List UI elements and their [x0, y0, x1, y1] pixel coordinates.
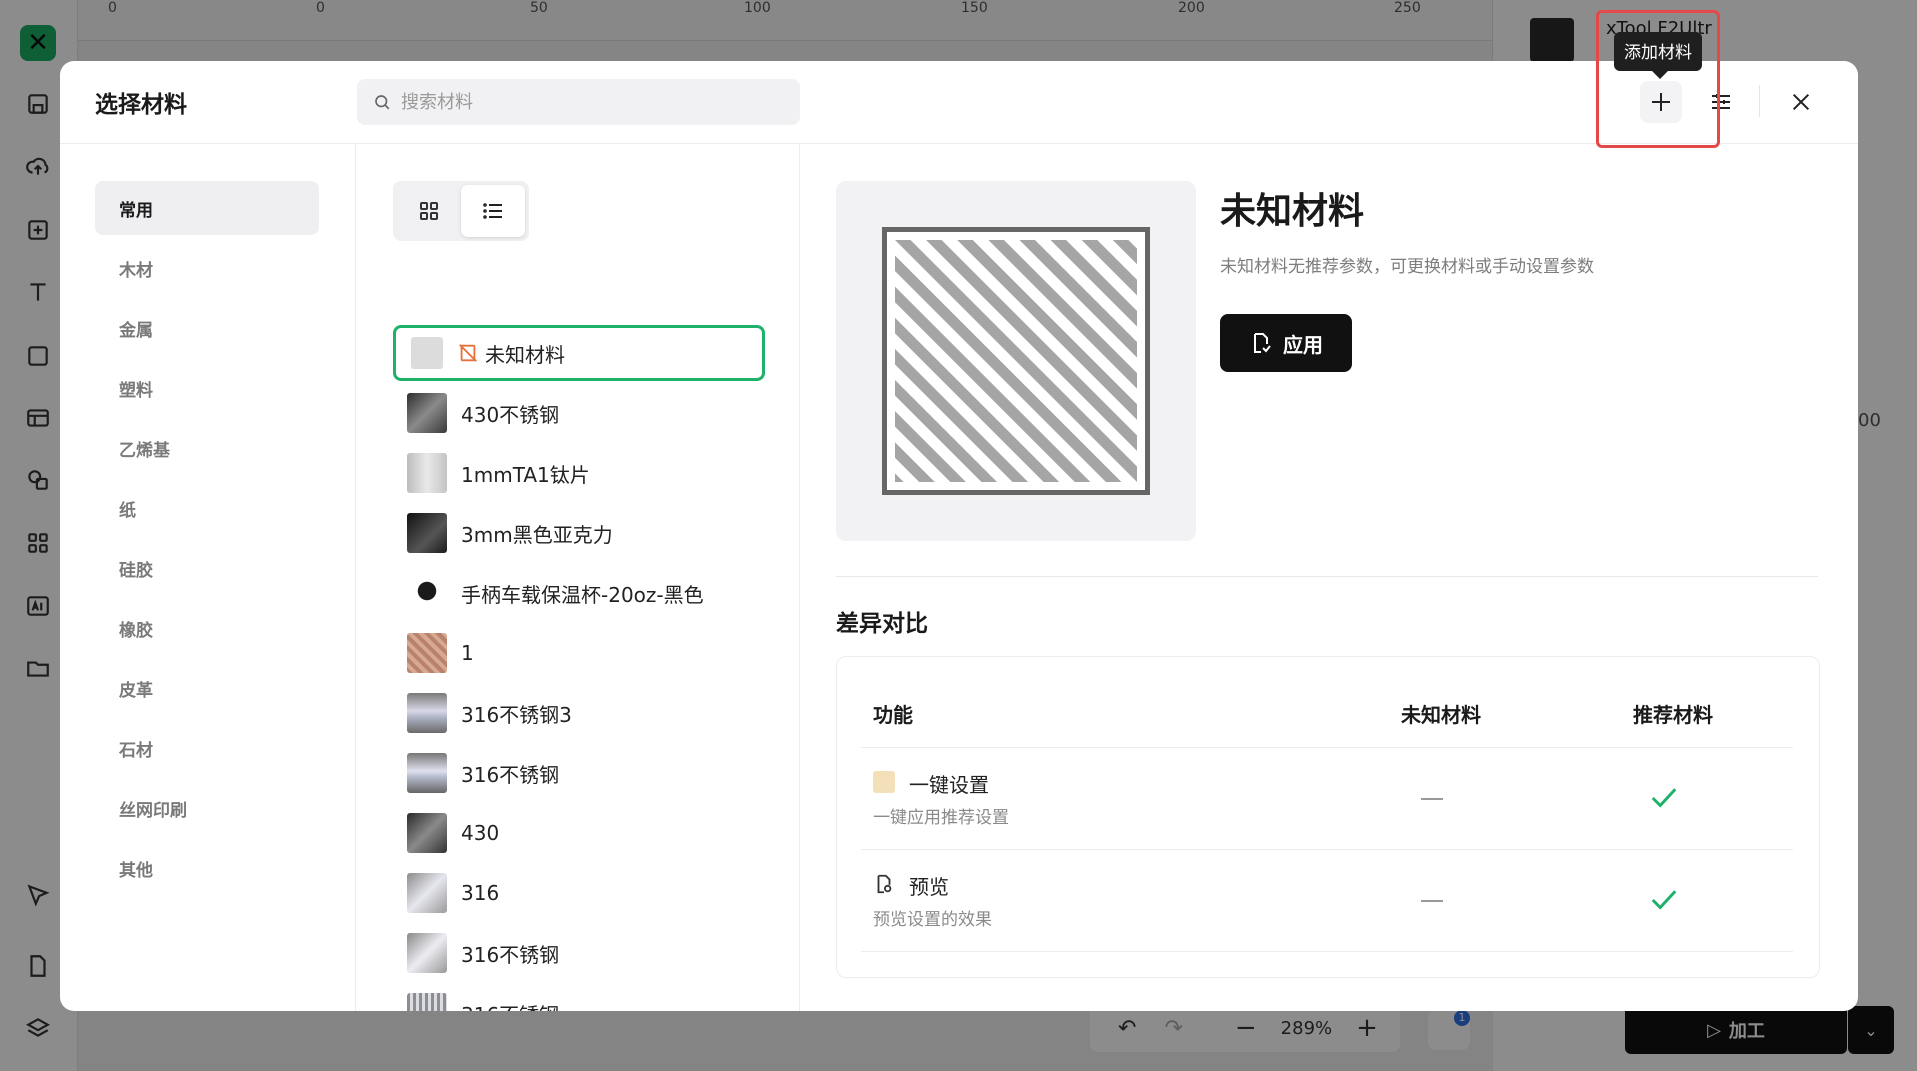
material-thumbnail — [407, 993, 447, 1011]
material-thumbnail — [407, 393, 447, 433]
tooltip-arrow — [1652, 69, 1668, 77]
sliders-icon — [1712, 94, 1730, 110]
category-item[interactable]: 橡胶 — [95, 601, 319, 655]
material-thumbnail — [407, 633, 447, 673]
category-item[interactable]: 塑料 — [95, 361, 319, 415]
category-item[interactable]: 其他 — [95, 841, 319, 895]
material-item[interactable]: 1mmTA1钛片 — [393, 445, 765, 501]
select-material-dialog: 选择材料 常用 木材 金属 塑料 乙烯基 纸 硅胶 橡胶 皮革 石材 丝网印刷 … — [60, 61, 1858, 1011]
material-thumbnail — [407, 753, 447, 793]
category-item[interactable]: 金属 — [95, 301, 319, 355]
material-label: 316 — [461, 881, 500, 905]
material-description: 未知材料无推荐参数，可更换材料或手动设置参数 — [1220, 257, 1594, 277]
material-label: 1mmTA1钛片 — [461, 462, 590, 487]
material-thumbnail — [407, 573, 447, 613]
category-item[interactable]: 木材 — [95, 241, 319, 295]
material-item[interactable]: 316不锈钢 — [393, 745, 765, 801]
unsupported-dash-icon — [1421, 900, 1443, 902]
dialog-title: 选择材料 — [95, 92, 187, 118]
feature-description: 预览设置的效果 — [873, 910, 992, 930]
material-item[interactable]: 手柄车载保温杯-20oz-黑色 — [393, 565, 765, 621]
apply-button[interactable]: 应用 — [1220, 314, 1352, 372]
header-divider — [1759, 85, 1760, 117]
dialog-header: 选择材料 — [60, 61, 1858, 144]
material-thumbnail — [407, 813, 447, 853]
material-preview — [836, 181, 1196, 541]
no-params-icon — [459, 344, 477, 362]
material-label: 430 — [461, 821, 500, 845]
material-thumbnail — [407, 873, 447, 913]
feature-name: 一键设置 — [909, 773, 989, 797]
material-item[interactable]: 1 — [393, 625, 765, 681]
material-thumbnail — [411, 337, 443, 369]
material-item[interactable]: 3mm黑色亚克力 — [393, 505, 765, 561]
material-label: 316不锈钢 — [461, 762, 560, 787]
material-label: 3mm黑色亚克力 — [461, 522, 613, 547]
unsupported-dash-icon — [1421, 798, 1443, 800]
category-item[interactable]: 皮革 — [95, 661, 319, 715]
category-item[interactable]: 乙烯基 — [95, 421, 319, 475]
apply-file-icon — [1254, 333, 1271, 353]
grid-icon — [420, 202, 438, 220]
material-item[interactable]: 316不锈钢 — [393, 985, 765, 1011]
material-thumbnail — [407, 693, 447, 733]
column-header-recommended: 推荐材料 — [1633, 703, 1713, 727]
category-item[interactable]: 石材 — [95, 721, 319, 775]
feature-name: 预览 — [909, 875, 949, 899]
material-item[interactable]: 430 — [393, 805, 765, 861]
search-icon — [373, 93, 391, 111]
material-item[interactable]: 316不锈钢3 — [393, 685, 765, 741]
search-box[interactable] — [357, 79, 800, 125]
apply-label: 应用 — [1283, 332, 1323, 357]
material-thumbnail — [407, 513, 447, 553]
tooltip-text-top: 添加材料 — [1614, 32, 1702, 69]
row-divider — [861, 951, 1793, 952]
feature-description: 一键应用推荐设置 — [873, 808, 1009, 828]
add-material-button[interactable] — [1640, 81, 1682, 123]
material-label: 430不锈钢 — [461, 402, 560, 427]
compare-table: 功能 未知材料 推荐材料 一键设置 一键应用推荐设置 预览 预览设置的效果 — [836, 656, 1820, 978]
material-label: 316不锈钢 — [461, 999, 559, 1012]
category-item[interactable]: 丝网印刷 — [95, 781, 319, 835]
check-icon — [1651, 890, 1677, 910]
check-icon — [1651, 788, 1677, 808]
plus-icon — [1652, 93, 1670, 111]
column-header-unknown: 未知材料 — [1401, 703, 1481, 727]
close-icon — [1792, 93, 1810, 111]
material-label: 未知材料 — [485, 342, 565, 367]
material-label: 手柄车载保温杯-20oz-黑色 — [461, 582, 704, 607]
material-thumbnail — [407, 933, 447, 973]
material-item[interactable]: 316 — [393, 865, 765, 921]
material-list: 未知材料 430不锈钢 1mmTA1钛片 3mm黑色亚克力 手柄车载保温杯-20… — [356, 144, 800, 1011]
list-view-button[interactable] — [461, 185, 525, 237]
material-label: 316不锈钢 — [461, 942, 560, 967]
view-toggle — [393, 181, 529, 241]
material-item[interactable]: 未知材料 — [393, 325, 765, 381]
material-detail: 未知材料 未知材料无推荐参数，可更换材料或手动设置参数 应用 差异对比 功能 未… — [800, 144, 1858, 1011]
tooltip-overlay: 添加材料 — [1614, 32, 1702, 77]
row-divider — [861, 747, 1793, 748]
category-item[interactable]: 纸 — [95, 481, 319, 535]
category-item[interactable]: 硅胶 — [95, 541, 319, 595]
column-header-feature: 功能 — [873, 703, 913, 727]
material-name: 未知材料 — [1220, 191, 1365, 232]
close-button[interactable] — [1780, 81, 1822, 123]
section-divider — [836, 576, 1818, 577]
grid-view-button[interactable] — [397, 185, 461, 237]
list-icon — [483, 203, 502, 219]
unknown-material-hatch-image — [882, 227, 1150, 495]
compare-title: 差异对比 — [836, 611, 928, 637]
material-thumbnail — [407, 453, 447, 493]
material-item[interactable]: 430不锈钢 — [393, 385, 765, 441]
preview-file-icon — [877, 874, 892, 894]
material-label: 1 — [461, 641, 474, 665]
category-item[interactable]: 常用 — [95, 181, 319, 235]
row-divider — [861, 849, 1793, 850]
material-item[interactable]: 316不锈钢 — [393, 925, 765, 981]
search-input[interactable] — [399, 90, 783, 114]
category-list: 常用 木材 金属 塑料 乙烯基 纸 硅胶 橡胶 皮革 石材 丝网印刷 其他 — [60, 144, 356, 1011]
settings-sliders-button[interactable] — [1700, 81, 1742, 123]
material-label: 316不锈钢3 — [461, 702, 572, 727]
one-click-settings-icon — [873, 771, 895, 793]
